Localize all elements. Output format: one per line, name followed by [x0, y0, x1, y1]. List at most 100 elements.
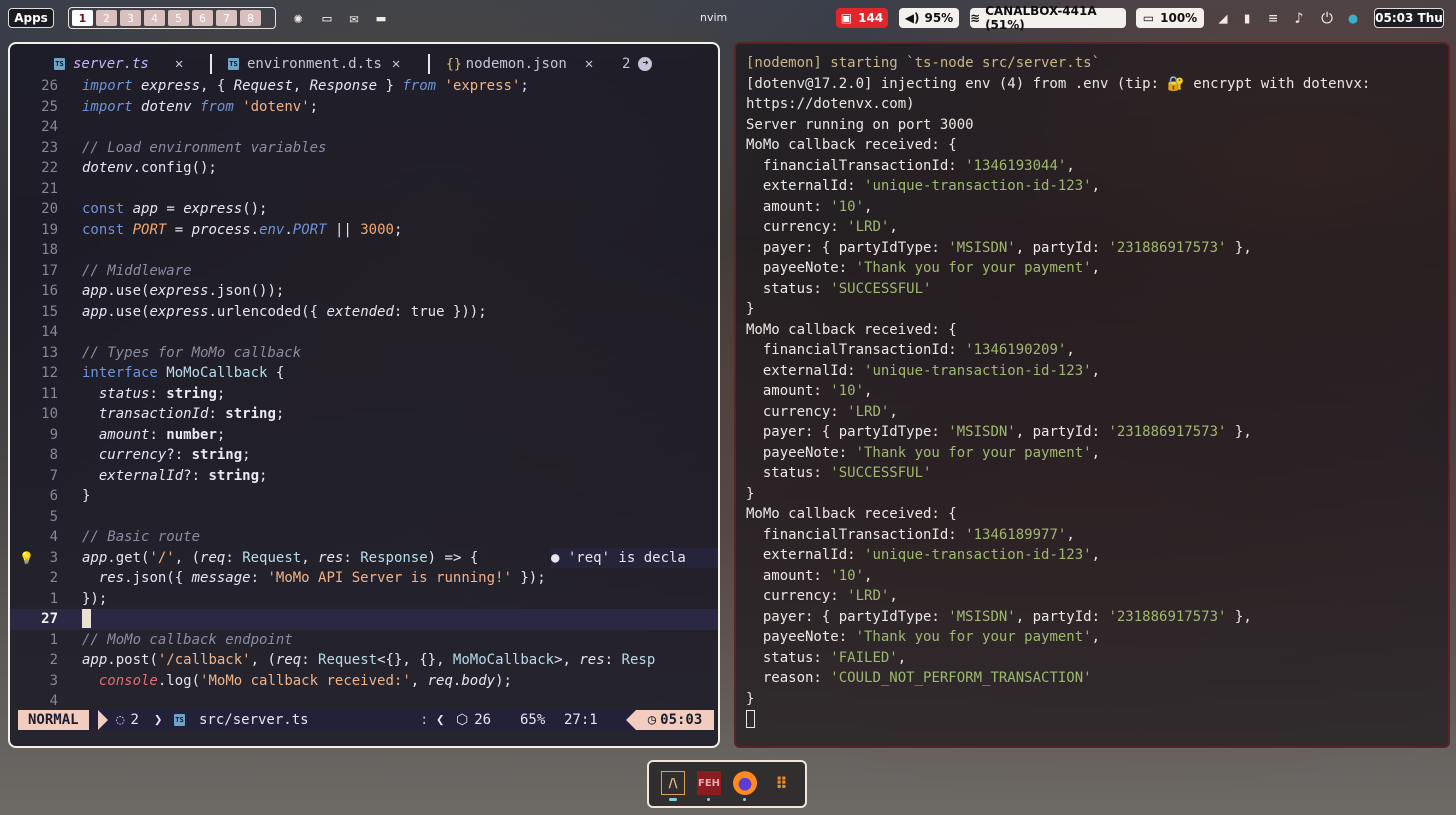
code-line: 22 dotenv.config(); — [41, 160, 217, 176]
terminal-line: MoMo callback received: { — [746, 506, 957, 522]
terminal-line: externalId: 'unique-transaction-id-123', — [746, 178, 1101, 194]
code-line: 7 externalId?: string; — [49, 467, 268, 484]
terminal-line: currency: 'LRD', — [746, 403, 898, 420]
tab-environment-d-ts[interactable]: TS environment.d.ts ✕ — [228, 52, 400, 76]
terminal-line: amount: '10', — [746, 198, 873, 215]
text-cursor — [82, 609, 91, 628]
firefox-app-icon[interactable] — [733, 771, 757, 795]
terminal-line: Server running on port 3000 — [746, 116, 974, 133]
wifi-indicator[interactable]: ≋ CANALBOX-441A (51%) — [970, 4, 1126, 32]
top-bar: Apps 1 2 3 4 5 6 7 8 ✺ ▭ ✉ ▬ nvim ▣ 144 … — [0, 0, 1456, 36]
terminal-line: currency: 'LRD', — [746, 588, 898, 604]
terminal-line: [dotenv@17.2.0] injecting env (4) from .… — [746, 75, 1371, 92]
code-line: 4// Basic route — [49, 529, 201, 545]
user-avatar-icon[interactable]: ● — [1344, 9, 1362, 27]
tab-overflow-count[interactable]: 2 ➜ — [622, 52, 653, 76]
terminal-line: payer: { partyIdType: 'MSISDN', partyId:… — [746, 608, 1252, 625]
code-line: 2 res.json({ message: 'MoMo API Server i… — [49, 570, 546, 586]
terminal-line: payer: { partyIdType: 'MSISDN', partyId:… — [746, 239, 1252, 256]
kdeconnect-icon[interactable]: ◢ — [1214, 9, 1232, 27]
workspace-2[interactable]: 2 — [96, 10, 117, 26]
layers-icon[interactable]: ≡ — [1264, 9, 1282, 27]
code-line: 13// Types for MoMo callback — [41, 344, 302, 361]
scroll-percent: 65% — [520, 712, 546, 728]
workspace-4[interactable]: 4 — [144, 10, 165, 26]
tab-close-icon[interactable]: ✕ — [175, 56, 183, 72]
typescript-file-icon: TS — [174, 714, 185, 726]
running-indicator — [669, 798, 677, 801]
tab-close-icon[interactable]: ✕ — [392, 56, 400, 72]
chatgpt-icon[interactable]: ✺ — [289, 9, 307, 27]
workspace-1[interactable]: 1 — [72, 10, 93, 26]
diagnostic-virtual-text: ● 'req' is decla — [551, 547, 718, 568]
dock: /\ FEH ⠿ — [647, 760, 807, 808]
folder-icon[interactable]: ▬ — [372, 9, 390, 27]
package-icon: ▣ — [840, 11, 853, 25]
code-line: 24 — [41, 119, 58, 135]
diagnostics-count[interactable]: ◌ 2 — [116, 710, 139, 730]
bell-icon[interactable]: ♪ — [1290, 9, 1308, 27]
terminal-line: [nodemon] starting `ts-node src/server.t… — [746, 55, 1101, 71]
tab-server-ts[interactable]: TS server.ts ✕ — [54, 52, 183, 76]
code-line: 6} — [49, 488, 91, 504]
clock[interactable]: 05:03 Thu — [1374, 8, 1444, 28]
notifications-badge[interactable]: ▣ 144 — [836, 8, 888, 28]
window-icon[interactable]: ▭ — [318, 9, 336, 27]
mode-separator — [98, 710, 108, 730]
code-line: 19 const PORT = process.env.PORT || 3000; — [41, 221, 403, 238]
tab-separator — [428, 54, 430, 74]
terminal-line: status: 'SUCCESSFUL' — [746, 280, 932, 297]
nvim-editor-window[interactable]: TS server.ts ✕ TS environment.d.ts ✕ {} … — [8, 42, 720, 748]
code-line: 2 app.post('/callback', (req: Request<{},… — [49, 652, 656, 668]
workspace-7[interactable]: 7 — [216, 10, 237, 26]
arrow-right-icon: ➜ — [638, 57, 653, 71]
terminal-line: status: 'FAILED', — [746, 649, 907, 666]
wifi-icon: ≋ — [970, 11, 981, 25]
cursor-position: 27:1 — [564, 712, 598, 728]
workspace-3[interactable]: 3 — [120, 10, 141, 26]
code-line: 26 import express, { Request, Response } … — [41, 78, 529, 94]
app-grid-icon[interactable]: ⠿ — [769, 771, 793, 795]
tab-close-icon[interactable]: ✕ — [585, 56, 593, 72]
code-line: 15 app.use(express.urlencoded({ extended:… — [41, 303, 487, 320]
terminal-line: payeeNote: 'Thank you for your payment', — [746, 444, 1101, 461]
battery-indicator[interactable]: ▭ 100% — [1136, 8, 1204, 28]
clock-separator — [626, 710, 636, 730]
code-line: 11 status: string; — [41, 385, 226, 402]
workspace-5[interactable]: 5 — [168, 10, 189, 26]
code-area[interactable]: 26 import express, { Request, Response } … — [10, 76, 718, 712]
workspace-6[interactable]: 6 — [192, 10, 213, 26]
current-code-line: 27 — [10, 609, 718, 630]
terminal-window[interactable]: [nodemon] starting `ts-node src/server.t… — [734, 42, 1450, 748]
chevron-left-icon: ❮ — [436, 712, 445, 728]
terminal-line: https://dotenvx.com) — [746, 96, 915, 112]
statusline: NORMAL ◌ 2 ❯ TS src/server.ts : ❮ ⬡ 26 6… — [18, 710, 714, 730]
terminal-line: } — [746, 690, 755, 707]
signal-icon[interactable]: ▮ — [1238, 9, 1256, 27]
feh-app-icon[interactable]: FEH — [697, 771, 721, 795]
tab-nodemon-json[interactable]: {} nodemon.json ✕ — [446, 52, 593, 76]
json-file-icon: {} — [446, 56, 462, 72]
mode-indicator: NORMAL — [18, 710, 89, 730]
workspace-switcher: 1 2 3 4 5 6 7 8 — [68, 7, 276, 29]
power-icon[interactable]: ⏻ — [1318, 9, 1336, 27]
apps-button[interactable]: Apps — [8, 8, 54, 28]
code-line: 18 — [41, 242, 58, 258]
terminal-line: } — [746, 485, 755, 502]
volume-indicator[interactable]: ◀) 95% — [899, 8, 959, 28]
terminal-line: payeeNote: 'Thank you for your payment', — [746, 260, 1101, 276]
code-line: 1// MoMo callback endpoint — [49, 631, 293, 648]
workspace-8[interactable]: 8 — [240, 10, 261, 26]
terminal-cursor-line[interactable] — [746, 709, 755, 730]
terminal-app-icon[interactable]: /\ — [661, 771, 685, 795]
code-line: 1}); — [49, 590, 108, 607]
tabline: TS server.ts ✕ TS environment.d.ts ✕ {} … — [10, 52, 718, 76]
mail-icon[interactable]: ✉ — [345, 9, 363, 27]
terminal-line: amount: '10', — [746, 567, 873, 584]
chevron-right-icon: ❯ — [154, 712, 163, 728]
statusline-file: TS src/server.ts — [174, 712, 309, 728]
terminal-line: externalId: 'unique-transaction-id-123', — [746, 362, 1101, 379]
code-line: 8 currency?: string; — [49, 447, 251, 463]
code-line: 21 — [41, 180, 58, 197]
terminal-line: payer: { partyIdType: 'MSISDN', partyId:… — [746, 424, 1252, 440]
